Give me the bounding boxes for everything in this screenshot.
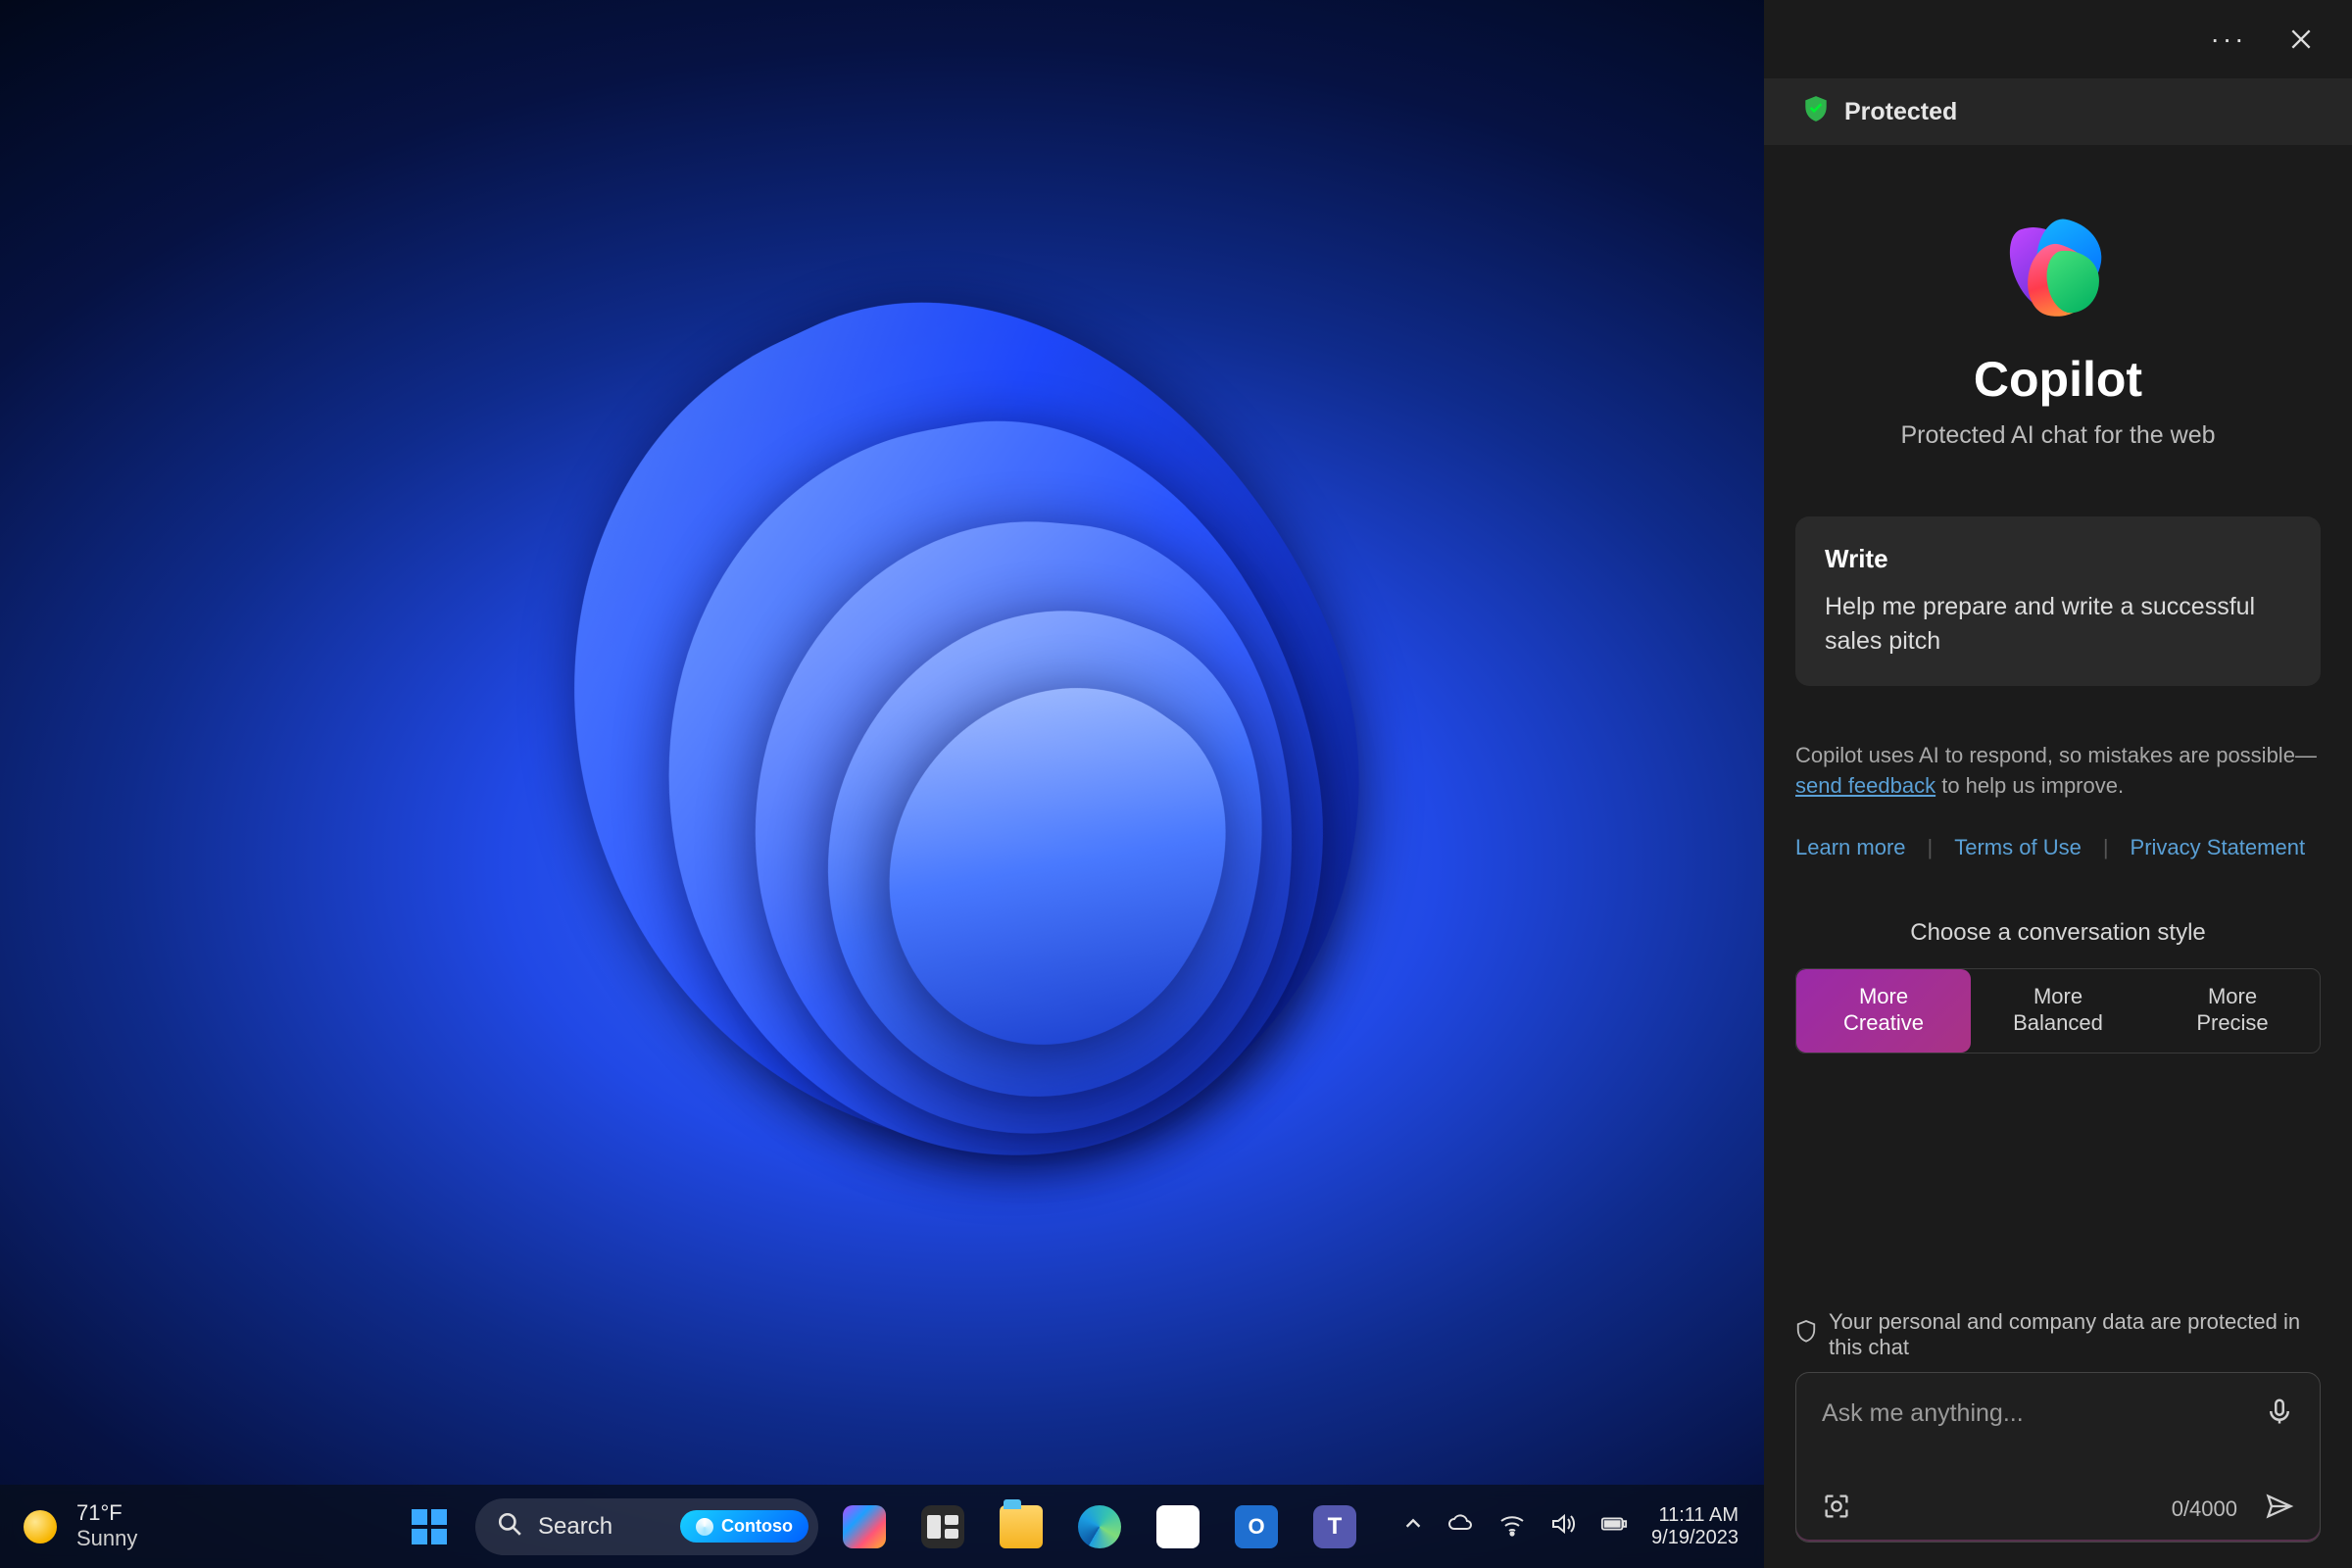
send-feedback-link[interactable]: send feedback	[1795, 773, 1936, 798]
system-tray: 11:11 AM 9/19/2023	[1402, 1504, 1764, 1549]
close-button[interactable]	[2283, 22, 2319, 57]
disclaimer-tail: to help us improve.	[1936, 773, 2124, 798]
taskbar-center: Search Contoso O T	[397, 1497, 1367, 1556]
char-counter: 0/4000	[2172, 1496, 2237, 1522]
file-explorer-button[interactable]	[989, 1497, 1054, 1556]
wifi-tray-icon[interactable]	[1498, 1510, 1526, 1543]
volume-tray-icon[interactable]	[1549, 1510, 1577, 1543]
wallpaper-bloom	[476, 204, 1552, 1427]
weather-condition: Sunny	[76, 1526, 137, 1551]
weather-widget[interactable]: 71°F Sunny	[0, 1501, 137, 1550]
privacy-note: Your personal and company data are prote…	[1795, 1309, 2321, 1360]
task-view-icon	[921, 1505, 964, 1548]
taskbar-search[interactable]: Search Contoso	[475, 1498, 818, 1555]
microsoft-store-button[interactable]	[1146, 1497, 1210, 1556]
taskbar: 71°F Sunny Search Contoso	[0, 1485, 1764, 1568]
sun-icon	[24, 1510, 57, 1544]
copilot-panel: ··· Protected Copilot Protected AI chat …	[1764, 0, 2352, 1568]
search-icon	[497, 1511, 522, 1542]
shield-icon	[1803, 94, 1829, 130]
protected-bar: Protected	[1764, 78, 2352, 145]
outlook-icon: O	[1235, 1505, 1278, 1548]
folder-icon	[1000, 1505, 1043, 1548]
privacy-link[interactable]: Privacy Statement	[2131, 835, 2306, 860]
suggestion-card[interactable]: Write Help me prepare and write a succes…	[1795, 516, 2321, 686]
disclaimer-text: Copilot uses AI to respond, so mistakes …	[1795, 743, 2317, 767]
onedrive-tray-icon[interactable]	[1447, 1510, 1475, 1543]
contoso-swirl-icon	[696, 1518, 713, 1536]
protected-label: Protected	[1844, 98, 1957, 126]
terms-link[interactable]: Terms of Use	[1954, 835, 2082, 860]
more-options-button[interactable]: ···	[2211, 22, 2246, 57]
edge-button[interactable]	[1067, 1497, 1132, 1556]
tray-overflow-button[interactable]	[1402, 1513, 1424, 1540]
suggestion-card-title: Write	[1825, 544, 2291, 574]
start-button[interactable]	[397, 1497, 462, 1556]
disclaimer: Copilot uses AI to respond, so mistakes …	[1795, 741, 2321, 802]
image-search-button[interactable]	[1822, 1492, 1851, 1526]
send-button[interactable]	[2265, 1492, 2294, 1526]
store-icon	[1156, 1505, 1200, 1548]
copilot-icon	[843, 1505, 886, 1548]
copilot-taskbar-button[interactable]	[832, 1497, 897, 1556]
contoso-chip[interactable]: Contoso	[680, 1510, 808, 1543]
weather-temp: 71°F	[76, 1501, 137, 1525]
clock-date: 9/19/2023	[1651, 1527, 1739, 1549]
desktop-wallpaper[interactable]: 71°F Sunny Search Contoso	[0, 0, 1764, 1568]
teams-icon: T	[1313, 1505, 1356, 1548]
style-creative[interactable]: MoreCreative	[1796, 969, 1971, 1053]
clock-time: 11:11 AM	[1651, 1504, 1739, 1527]
copilot-title: Copilot	[1795, 351, 2321, 408]
copilot-subtitle: Protected AI chat for the web	[1795, 421, 2321, 450]
taskbar-clock[interactable]: 11:11 AM 9/19/2023	[1651, 1504, 1739, 1549]
footer-links: Learn more | Terms of Use | Privacy Stat…	[1795, 835, 2321, 860]
shield-outline-icon	[1795, 1319, 1817, 1350]
battery-tray-icon[interactable]	[1600, 1510, 1628, 1543]
chat-input-box: 0/4000	[1795, 1372, 2321, 1543]
outlook-button[interactable]: O	[1224, 1497, 1289, 1556]
chat-input[interactable]	[1822, 1399, 2265, 1428]
style-heading: Choose a conversation style	[1795, 919, 2321, 947]
suggestion-card-desc: Help me prepare and write a successful s…	[1825, 590, 2291, 659]
teams-button[interactable]: T	[1302, 1497, 1367, 1556]
task-view-button[interactable]	[910, 1497, 975, 1556]
conversation-style-group: MoreCreative MoreBalanced MorePrecise	[1795, 968, 2321, 1054]
microphone-button[interactable]	[2265, 1396, 2294, 1431]
search-label: Search	[538, 1513, 664, 1541]
privacy-note-text: Your personal and company data are prote…	[1829, 1309, 2321, 1360]
copilot-logo	[2004, 214, 2112, 321]
edge-icon	[1078, 1505, 1121, 1548]
style-balanced[interactable]: MoreBalanced	[1971, 969, 2145, 1053]
learn-more-link[interactable]: Learn more	[1795, 835, 1906, 860]
style-precise[interactable]: MorePrecise	[2145, 969, 2320, 1053]
contoso-label: Contoso	[721, 1516, 793, 1537]
